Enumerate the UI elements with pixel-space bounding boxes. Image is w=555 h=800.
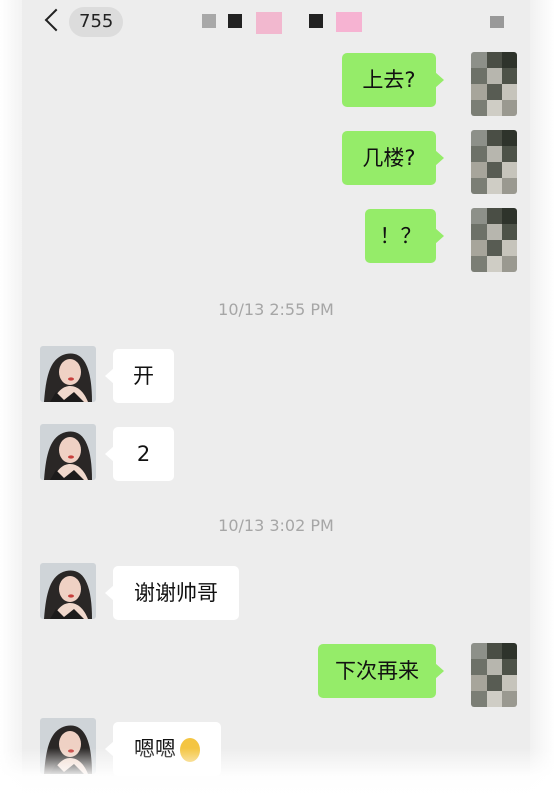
message-text: ！？ [379,224,422,248]
more-icon[interactable] [490,16,504,28]
message-bubble-outgoing[interactable]: 几楼? [342,131,444,185]
message-text: 开 [133,364,154,388]
my-avatar[interactable] [471,130,517,194]
message-text: 2 [136,442,151,466]
timestamp: 10/13 2:55 PM [218,300,334,319]
contact-avatar[interactable] [40,424,96,480]
message-text: 几楼? [362,146,416,170]
message-bubble-outgoing[interactable]: 下次再来 [318,644,444,698]
left-edge [0,0,22,800]
contact-avatar[interactable] [40,563,96,619]
message-bubble-outgoing[interactable]: 上去? [342,53,444,107]
back-chevron-icon[interactable] [44,8,68,32]
my-avatar[interactable] [471,643,517,707]
message-text: 谢谢帅哥 [134,581,218,605]
message-bubble-incoming[interactable]: 开 [105,349,174,403]
right-edge [530,0,555,800]
chat-header: 755 [22,0,530,48]
contact-avatar[interactable] [40,346,96,402]
unread-count-badge[interactable]: 755 [69,7,124,37]
chat-screen: 755 上去? 几楼? ！？ 10/13 2:55 PM 开 2 10/13 3… [22,0,530,800]
my-avatar[interactable] [471,52,517,116]
message-bubble-incoming[interactable]: 谢谢帅哥 [105,566,239,620]
my-avatar[interactable] [471,208,517,272]
message-bubble-outgoing[interactable]: ！？ [365,209,444,263]
message-bubble-incoming[interactable]: 2 [105,427,174,481]
bottom-overexposure [0,748,555,800]
message-text: 上去? [362,68,416,92]
message-text: 下次再来 [335,659,419,683]
timestamp: 10/13 3:02 PM [218,516,334,535]
